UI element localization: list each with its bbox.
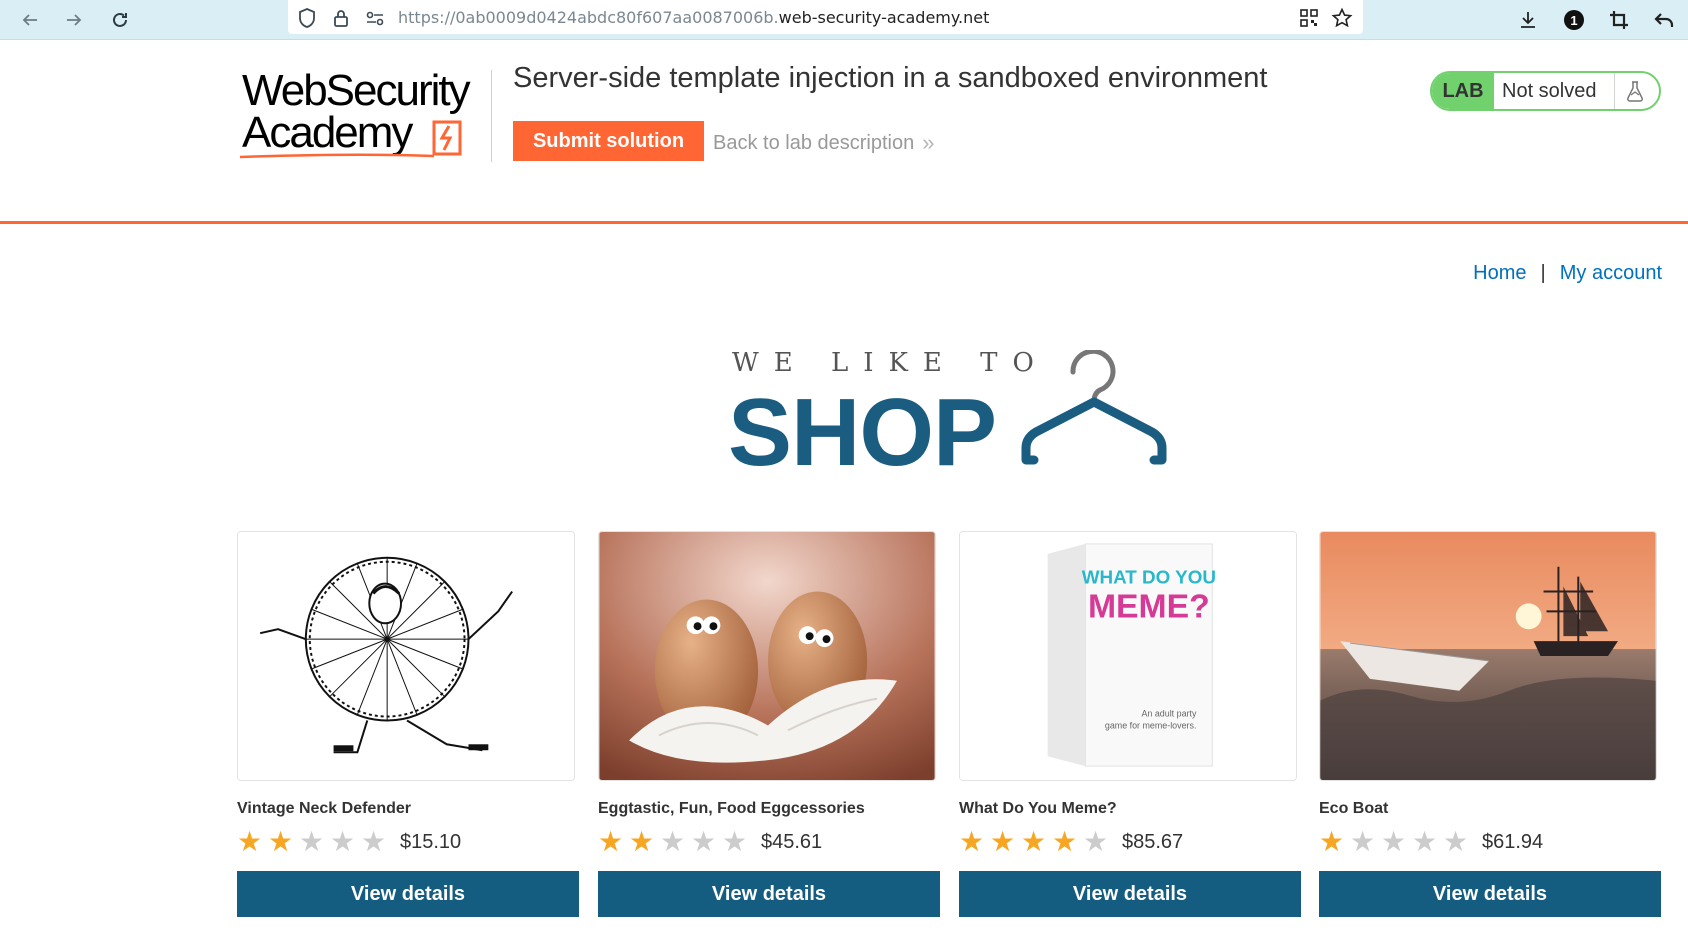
star-empty-icon: ★: [722, 826, 748, 857]
hanger-icon: [1021, 350, 1167, 465]
qr-code-icon[interactable]: [1298, 7, 1320, 29]
box-tagline-1: An adult party: [1141, 709, 1197, 719]
product-image-eco-boat[interactable]: [1319, 531, 1657, 781]
site-settings-icon[interactable]: [364, 7, 386, 29]
card-game-box-photo: WHAT DO YOU MEME? An adult party game fo…: [960, 532, 1296, 780]
view-details-button[interactable]: View details: [959, 871, 1301, 917]
product-name: Eggtastic, Fun, Food Eggcessories: [598, 800, 865, 817]
product-card: Eggtastic, Fun, Food Eggcessories ★ ★ ★ …: [598, 531, 940, 917]
star-empty-icon: ★: [1083, 826, 1109, 857]
star-empty-icon: ★: [1350, 826, 1376, 857]
double-chevron-right-icon: »: [922, 130, 935, 155]
url-text[interactable]: https://0ab0009d0424abdc80f607aa0087006b…: [398, 8, 989, 27]
nav-separator: |: [1540, 262, 1546, 284]
browser-toolbar: https://0ab0009d0424abdc80f607aa0087006b…: [0, 0, 1688, 40]
star-filled-icon: ★: [1021, 826, 1047, 857]
rating-row: ★ ★ ★ ★ ★ $15.10: [237, 827, 579, 857]
reload-icon[interactable]: [104, 4, 136, 36]
star-filled-icon: ★: [1052, 826, 1078, 857]
star-empty-icon: ★: [1412, 826, 1438, 857]
product-name: What Do You Meme?: [959, 800, 1117, 817]
star-filled-icon: ★: [959, 826, 985, 857]
star-empty-icon: ★: [299, 826, 325, 857]
hero-tagline: WE LIKE TO: [732, 348, 1049, 378]
undo-icon[interactable]: [1650, 6, 1678, 34]
product-card: Eco Boat ★ ★ ★ ★ ★ $61.94 View details: [1319, 531, 1661, 917]
bookmark-star-icon[interactable]: [1331, 7, 1353, 29]
lock-icon[interactable]: [330, 7, 352, 29]
star-empty-icon: ★: [691, 826, 717, 857]
extension-badge-count: 1: [1570, 12, 1578, 28]
my-account-link[interactable]: My account: [1560, 262, 1662, 285]
address-bar[interactable]: https://0ab0009d0424abdc80f607aa0087006b…: [288, 0, 1363, 34]
back-link-label: Back to lab description: [713, 131, 915, 154]
download-icon[interactable]: [1514, 6, 1542, 34]
forward-arrow-icon[interactable]: [58, 4, 90, 36]
flask-icon: [1620, 77, 1650, 105]
rating-row: ★ ★ ★ ★ ★ $85.67: [959, 827, 1301, 857]
box-tagline-2: game for meme-lovers.: [1105, 720, 1197, 730]
header-divider: [491, 70, 492, 162]
url-host: web-security-academy.net: [778, 8, 990, 27]
product-image-eggtastic[interactable]: [598, 531, 936, 781]
shield-icon[interactable]: [296, 7, 318, 29]
lab-status-widget: LAB Not solved: [1430, 71, 1661, 111]
ruff-collar-illustration: [238, 532, 574, 780]
rating-row: ★ ★ ★ ★ ★ $45.61: [598, 827, 940, 857]
box-meme-text: MEME?: [1088, 587, 1210, 625]
product-name: Eco Boat: [1319, 800, 1389, 817]
logo-underline: [239, 153, 435, 159]
top-nav: Home | My account: [1473, 262, 1662, 285]
star-empty-icon: ★: [361, 826, 387, 857]
web-security-academy-logo[interactable]: WebSecurity Academy: [238, 66, 494, 162]
star-empty-icon: ★: [1381, 826, 1407, 857]
view-details-button[interactable]: View details: [237, 871, 579, 917]
product-name: Vintage Neck Defender: [237, 800, 411, 817]
box-what-text: WHAT DO YOU: [1082, 567, 1216, 588]
star-empty-icon: ★: [660, 826, 686, 857]
hero-title: SHOP: [728, 379, 997, 486]
back-arrow-icon[interactable]: [14, 4, 46, 36]
star-filled-icon: ★: [598, 826, 624, 857]
product-price: $15.10: [400, 830, 462, 853]
submit-solution-button[interactable]: Submit solution: [513, 121, 704, 161]
product-card: Vintage Neck Defender ★ ★ ★ ★ ★ $15.10 V…: [237, 531, 579, 917]
star-filled-icon: ★: [268, 826, 294, 857]
star-empty-icon: ★: [330, 826, 356, 857]
paper-boat-sunset-photo: [1320, 532, 1656, 780]
back-to-lab-description-link[interactable]: Back to lab description »: [713, 130, 934, 156]
lab-badge: LAB: [1432, 73, 1494, 109]
star-filled-icon: ★: [990, 826, 1016, 857]
star-filled-icon: ★: [237, 826, 263, 857]
extension-badge-icon[interactable]: 1: [1560, 6, 1588, 34]
star-filled-icon: ★: [629, 826, 655, 857]
product-image-vintage-neck-defender[interactable]: [237, 531, 575, 781]
view-details-button[interactable]: View details: [598, 871, 940, 917]
star-empty-icon: ★: [1443, 826, 1469, 857]
product-card: WHAT DO YOU MEME? An adult party game fo…: [959, 531, 1301, 917]
url-prefix: https://0ab0009d0424abdc80f607aa0087006b…: [398, 8, 779, 27]
logo-line2: Academy: [242, 108, 413, 157]
header-rule: [0, 221, 1688, 224]
product-price: $45.61: [761, 830, 823, 853]
product-price: $61.94: [1482, 830, 1544, 853]
star-filled-icon: ★: [1319, 826, 1345, 857]
product-image-what-do-you-meme[interactable]: WHAT DO YOU MEME? An adult party game fo…: [959, 531, 1297, 781]
crop-icon[interactable]: [1605, 6, 1633, 34]
lab-status-text: Not solved: [1502, 80, 1597, 102]
lab-status-separator: [1614, 73, 1615, 109]
product-price: $85.67: [1122, 830, 1184, 853]
view-details-button[interactable]: View details: [1319, 871, 1661, 917]
lab-title: Server-side template injection in a sand…: [513, 62, 1268, 94]
eggs-photo: [599, 532, 935, 780]
rating-row: ★ ★ ★ ★ ★ $61.94: [1319, 827, 1661, 857]
home-link[interactable]: Home: [1473, 262, 1526, 285]
